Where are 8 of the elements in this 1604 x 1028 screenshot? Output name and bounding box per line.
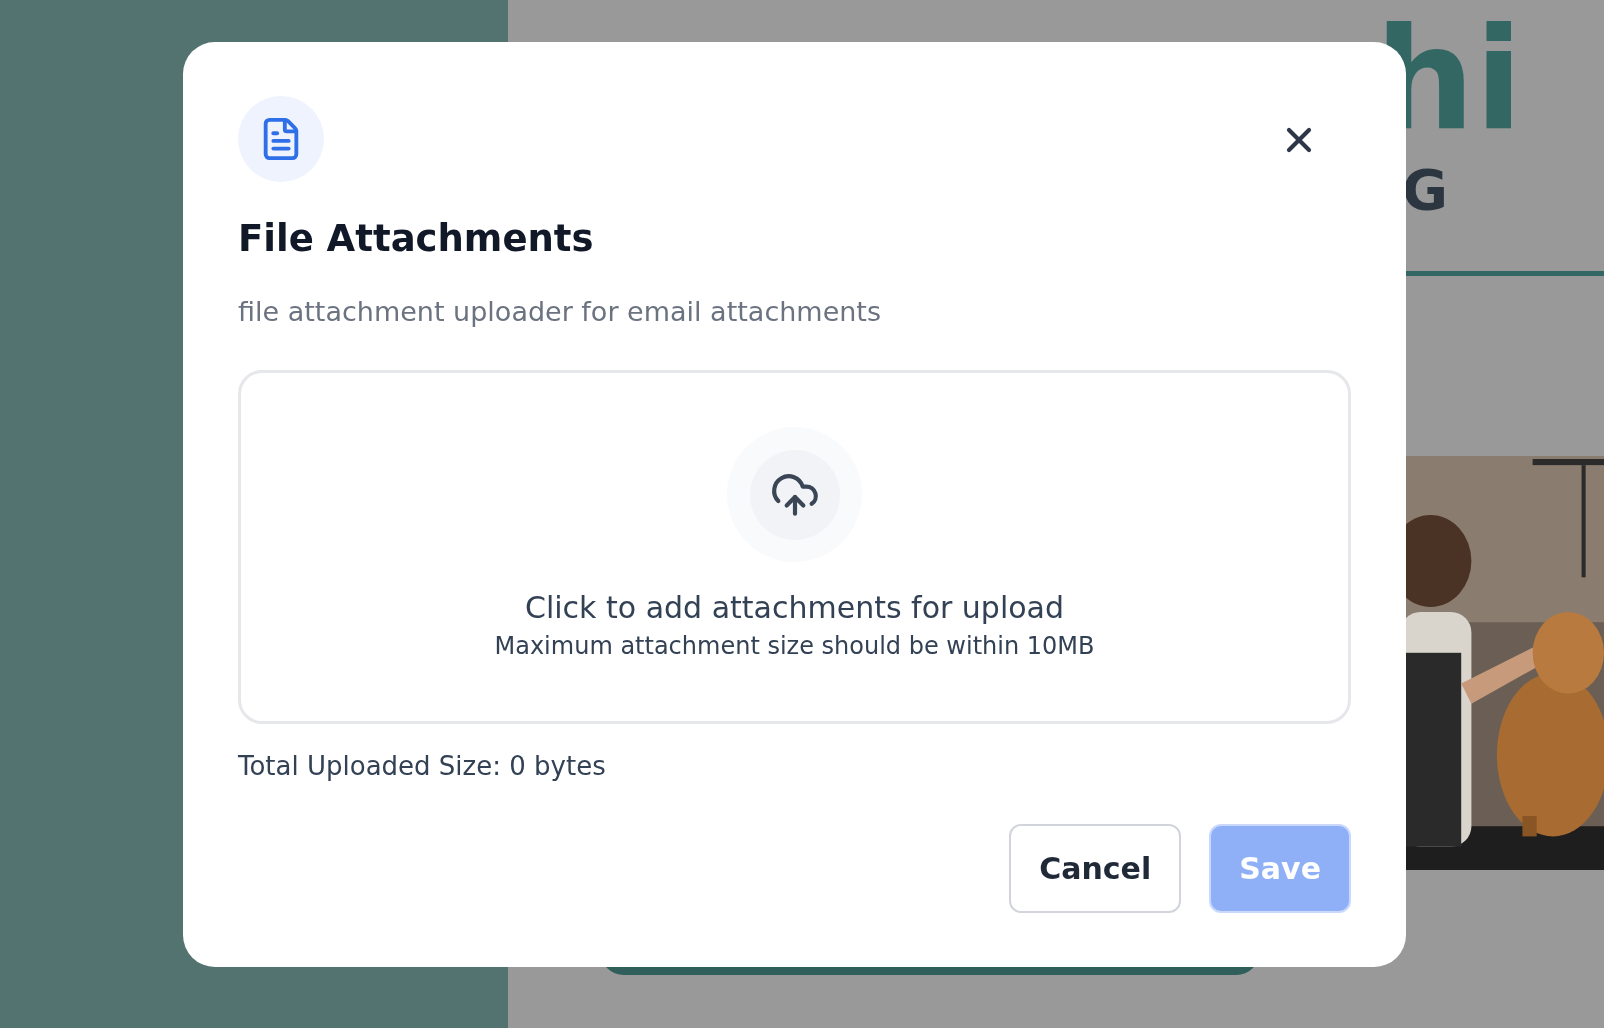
cancel-button[interactable]: Cancel [1009,824,1182,913]
dialog-title: File Attachments [238,216,595,262]
total-size: Total Uploaded Size: 0 bytes [238,750,607,783]
upload-dropzone[interactable]: Click to add attachments for upload Maximum attachment size should be within 10MB [238,370,1351,724]
dialog-description: file attachment uploader for email attachments [238,295,883,329]
page-subheading: G [1402,160,1448,220]
dropzone-prompt: Click to add attachments for upload [524,589,1065,627]
dropzone-hint: Maximum attachment size should be within 10MB [494,631,1095,662]
